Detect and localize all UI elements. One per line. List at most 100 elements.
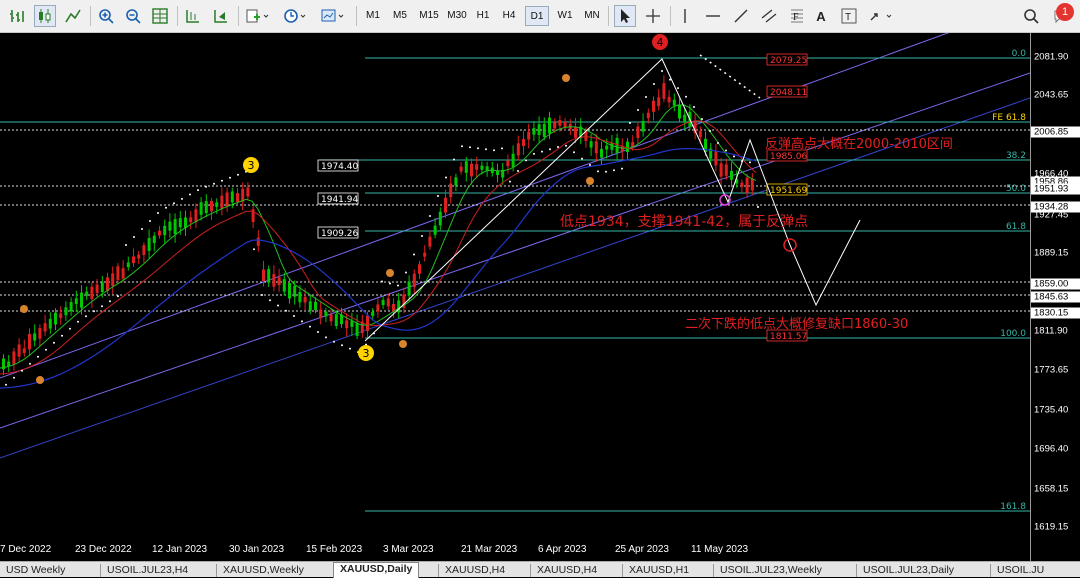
candle-body: [646, 112, 650, 119]
tab-usd-weekly[interactable]: USD Weekly: [0, 564, 71, 577]
vertical-line-icon[interactable]: [676, 5, 694, 27]
candle-body: [574, 126, 577, 138]
timeframe-h1[interactable]: H1: [472, 6, 494, 26]
parabolic-sar-dot: [421, 235, 423, 237]
text-label-icon[interactable]: T: [838, 5, 860, 27]
equidistant-channel-icon[interactable]: [758, 5, 780, 27]
parabolic-sar-dot: [133, 236, 135, 238]
chart-shift-icon[interactable]: [182, 5, 204, 27]
annotation-text: 二次下跌的低点大概修复缺口1860-30: [685, 316, 908, 332]
parabolic-sar-dot: [725, 149, 727, 152]
tab-usoil-more[interactable]: USOIL.JU: [990, 564, 1050, 577]
candle-body: [433, 225, 437, 235]
search-icon[interactable]: [1020, 5, 1042, 27]
tab-usoil-weekly[interactable]: USOIL.JUL23,Weekly: [713, 564, 828, 577]
parabolic-sar-dot: [325, 336, 327, 339]
candle-body: [475, 164, 479, 170]
timeframe-h4[interactable]: H4: [498, 6, 520, 26]
tab-xauusd-weekly[interactable]: XAUUSD,Weekly: [216, 564, 310, 577]
tab-xauusd-h1[interactable]: XAUUSD,H1: [622, 564, 695, 577]
timeframe-m1[interactable]: M1: [362, 6, 384, 26]
price-tick: 1619.15: [1034, 521, 1069, 533]
timeframe-m30[interactable]: M30: [444, 6, 470, 26]
level-price-text: 2048.11: [770, 88, 807, 98]
new-indicator-icon[interactable]: [243, 5, 273, 27]
candle-body: [85, 291, 89, 296]
auto-scroll-icon[interactable]: [210, 5, 232, 27]
level-price-text: 1974.40: [321, 162, 358, 172]
arrows-shapes-icon[interactable]: [866, 5, 896, 27]
candle-body: [54, 312, 57, 325]
parabolic-sar-dot: [701, 118, 703, 120]
zoom-in-icon[interactable]: [95, 5, 117, 27]
parabolic-sar-dot: [437, 195, 439, 197]
parabolic-sar-dot: [237, 173, 239, 176]
timeframe-d1[interactable]: D1: [525, 6, 549, 26]
fib-level-label: 100.0: [1000, 329, 1026, 339]
candle-body: [657, 97, 661, 107]
parabolic-sar-dot: [93, 310, 95, 313]
periodicity-clock-icon[interactable]: [280, 5, 310, 27]
timeframe-m5[interactable]: M5: [388, 6, 412, 26]
notification-badge[interactable]: 1: [1056, 3, 1074, 21]
cursor-arrow-icon[interactable]: [614, 5, 636, 27]
candle-body: [246, 187, 250, 197]
candle-body: [43, 323, 47, 332]
templates-icon[interactable]: [318, 5, 348, 27]
parabolic-sar-dot: [557, 146, 559, 148]
parabolic-sar-dot: [45, 348, 47, 351]
tab-usoil-daily[interactable]: USOIL.JUL23,Daily: [856, 564, 960, 577]
candle-body: [652, 100, 655, 112]
moving-average-blue: [0, 148, 757, 389]
zoom-out-icon[interactable]: [122, 5, 144, 27]
trendline-icon[interactable]: [730, 5, 752, 27]
price-chart[interactable]: 0.0 FE 61.8 38.2 50.0 61.8 100.0 161.8 2079.25 2…: [0, 33, 1030, 561]
tab-xauusd-h4[interactable]: XAUUSD,H4: [438, 564, 511, 577]
parabolic-sar-dot: [677, 87, 679, 90]
candle-body: [589, 141, 593, 148]
parabolic-sar-dot: [125, 244, 127, 246]
fractal-marker: [386, 269, 394, 277]
parabolic-sar-dot: [173, 202, 175, 205]
candle-body: [464, 161, 468, 173]
parabolic-sar-dot: [709, 130, 711, 132]
timeframe-mn[interactable]: MN: [580, 6, 604, 26]
candle-body: [282, 279, 286, 292]
parabolic-sar-dot: [261, 294, 263, 296]
candle-body: [314, 301, 317, 310]
candle-body: [563, 121, 567, 128]
crosshair-icon[interactable]: [642, 5, 664, 27]
candle-body: [626, 141, 629, 153]
candle-body: [605, 145, 609, 150]
text-tool-icon[interactable]: A: [812, 5, 830, 27]
timeframe-w1[interactable]: W1: [553, 6, 577, 26]
date-label: 12 Jan 2023: [152, 544, 208, 555]
timeframe-m15[interactable]: M15: [416, 6, 442, 26]
horizontal-line-icon[interactable]: [702, 5, 724, 27]
candlestick-chart-icon[interactable]: [34, 5, 56, 27]
level-price-text: 1811.57: [770, 332, 807, 342]
parabolic-sar-dot: [381, 280, 383, 283]
candle-body: [106, 277, 109, 291]
date-label: 3 Mar 2023: [383, 544, 434, 555]
bar-chart-icon[interactable]: [6, 5, 28, 27]
chart-canvas[interactable]: 0.0FE 61.838.250.061.8100.0161.82079.252…: [0, 33, 1030, 561]
candle-body: [745, 177, 749, 193]
candle-body: [48, 318, 52, 329]
annotation-text: 低点1934，支撑1941-42，属于反弹点: [560, 214, 808, 230]
parabolic-sar-dot: [589, 164, 591, 166]
candle-body: [407, 281, 411, 296]
parabolic-sar-dot: [661, 70, 663, 72]
line-chart-icon[interactable]: [62, 5, 84, 27]
tile-windows-icon[interactable]: [149, 5, 171, 27]
candle-body: [111, 273, 115, 286]
candle-body: [199, 202, 203, 215]
parabolic-sar-dot: [629, 122, 631, 124]
candle-body: [527, 131, 531, 140]
tab-xauusd-h4-2[interactable]: XAUUSD,H4: [530, 564, 603, 577]
fractal-marker: [20, 305, 28, 313]
fibonacci-retracement-icon[interactable]: F: [786, 5, 808, 27]
tab-usoil-h4[interactable]: USOIL.JUL23,H4: [100, 564, 194, 577]
candle-body: [152, 235, 156, 243]
candle-body: [64, 307, 68, 316]
